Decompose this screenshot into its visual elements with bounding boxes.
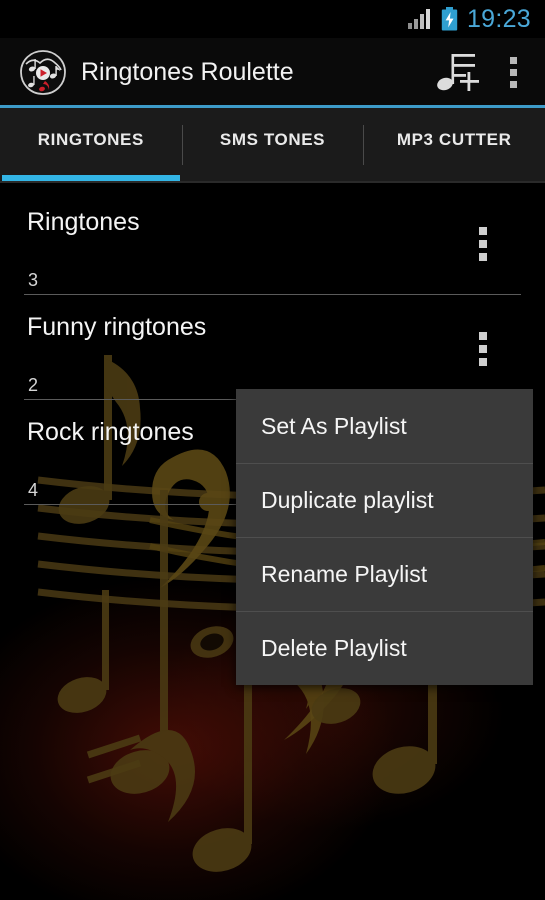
overflow-dot (479, 227, 487, 235)
menu-item-set-as-playlist[interactable]: Set As Playlist (236, 389, 533, 463)
overflow-dot (479, 358, 487, 366)
menu-item-label: Duplicate playlist (261, 487, 434, 513)
action-bar: Ringtones Roulette (0, 38, 545, 107)
playlist-name: Rock ringtones (27, 418, 194, 446)
app-title: Ringtones Roulette (81, 58, 294, 86)
menu-item-rename-playlist[interactable]: Rename Playlist (236, 537, 533, 611)
menu-item-label: Rename Playlist (261, 561, 428, 587)
playlist-name: Ringtones (27, 208, 140, 236)
signal-bars-icon (407, 9, 432, 29)
playlist-context-menu: Set As Playlist Duplicate playlist Renam… (236, 389, 533, 685)
overflow-menu-icon[interactable] (487, 38, 539, 107)
app-logo-music-notes-icon (17, 48, 69, 98)
battery-charging-icon (441, 7, 458, 31)
tab-bar: RINGTONES SMS TONES MP3 CUTTER (0, 108, 545, 182)
tab-label: MP3 CUTTER (396, 130, 512, 149)
menu-item-label: Set As Playlist (261, 412, 407, 439)
playlist-count: 3 (28, 270, 39, 290)
row-overflow-icon[interactable] (473, 326, 493, 372)
row-overflow-icon[interactable] (473, 221, 493, 267)
tab-bar-bottom-divider (0, 181, 545, 183)
menu-item-delete-playlist[interactable]: Delete Playlist (236, 611, 533, 685)
playlist-count: 4 (28, 480, 39, 500)
overflow-dot (479, 240, 487, 248)
tab-mp3-cutter[interactable]: MP3 CUTTER (363, 108, 545, 182)
tab-label: SMS TONES (219, 130, 326, 149)
overflow-dot (509, 57, 517, 64)
playlist-count: 2 (28, 375, 39, 395)
status-bar: 19:23 (0, 0, 545, 38)
overflow-dot (479, 253, 487, 261)
menu-item-label: Delete Playlist (261, 635, 407, 661)
tab-ringtones[interactable]: RINGTONES (0, 108, 182, 182)
overflow-dot (479, 332, 487, 340)
tab-label: RINGTONES (37, 130, 144, 149)
list-item[interactable]: Funny ringtones 2 (0, 295, 545, 400)
menu-item-duplicate-playlist[interactable]: Duplicate playlist (236, 463, 533, 537)
list-item[interactable]: Ringtones 3 (0, 190, 545, 295)
overflow-dots (509, 57, 517, 88)
overflow-dot (509, 81, 517, 88)
add-music-note-icon[interactable] (431, 38, 487, 107)
status-bar-clock: 19:23 (466, 4, 531, 33)
playlist-name: Funny ringtones (27, 313, 207, 341)
tab-sms-tones[interactable]: SMS TONES (181, 108, 364, 182)
overflow-dot (479, 345, 487, 353)
overflow-dot (509, 69, 517, 76)
app-screen: 19:23 Ringtones Roulette RINGTONES SMS T… (0, 0, 545, 900)
